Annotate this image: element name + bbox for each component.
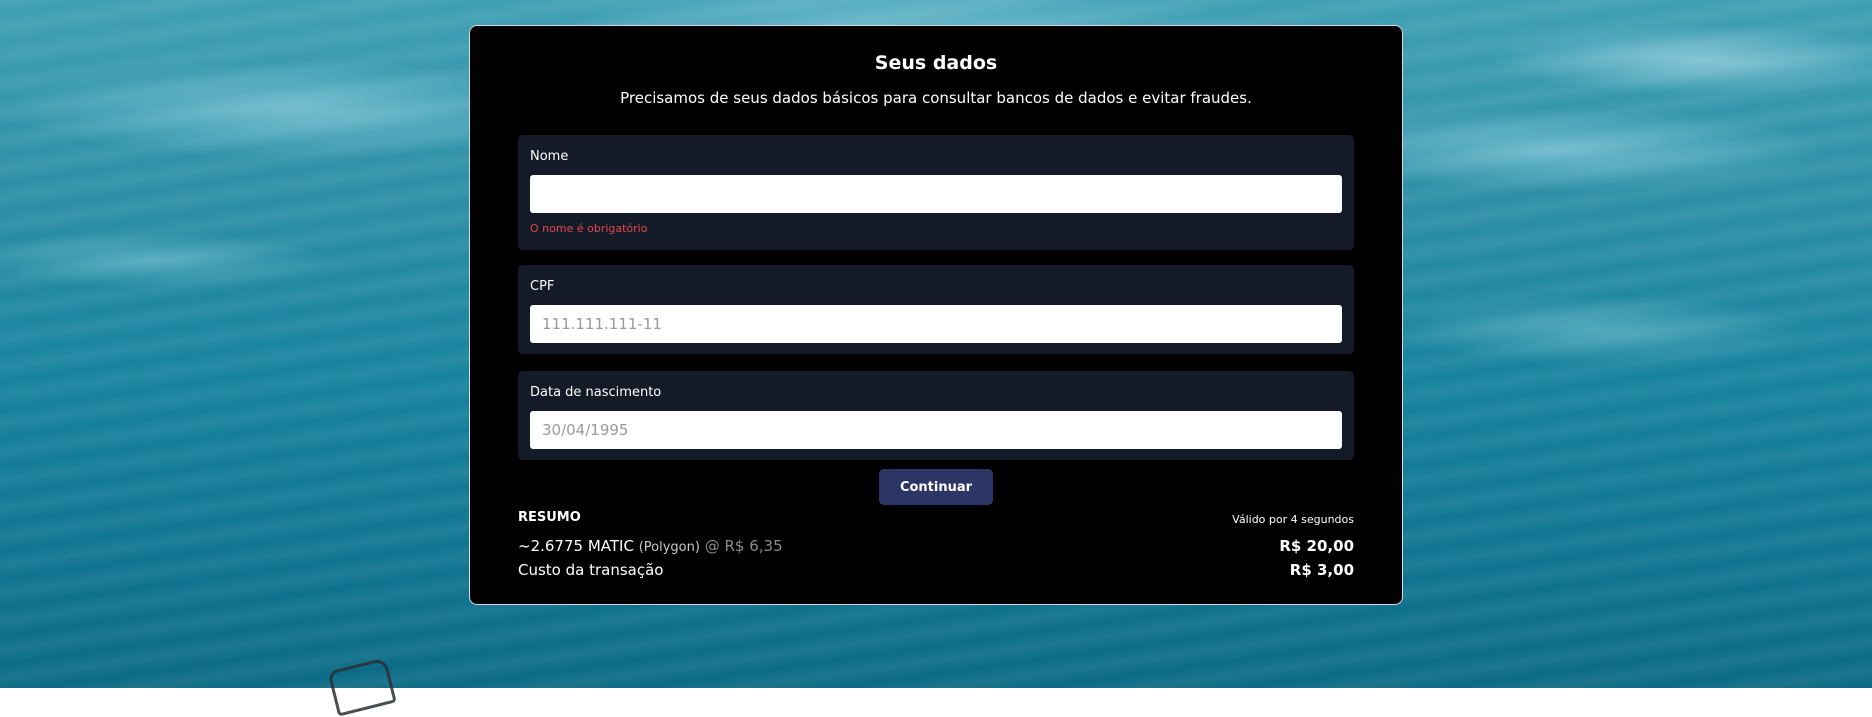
cpf-input[interactable] — [530, 305, 1342, 343]
cpf-label: CPF — [530, 279, 555, 294]
personal-data-card: Seus dados Precisamos de seus dados bási… — [469, 25, 1403, 605]
name-label: Nome — [530, 149, 569, 164]
summary-title: RESUMO — [518, 510, 581, 525]
name-error-message: O nome é obrigatório — [530, 222, 648, 235]
name-field-group: Nome O nome é obrigatório — [518, 135, 1354, 250]
birthdate-label: Data de nascimento — [530, 385, 662, 400]
crypto-amount: ~2.6775 MATIC — [518, 537, 634, 555]
total-value: R$ 20,00 — [1279, 537, 1354, 555]
network-name: (Polygon) — [638, 540, 700, 555]
cpf-field-group: CPF — [518, 265, 1354, 354]
crypto-amount-row: ~2.6775 MATIC (Polygon) @ R$ 6,35 — [518, 537, 783, 555]
name-input[interactable] — [530, 175, 1342, 213]
form-subtitle: Precisamos de seus dados básicos para co… — [620, 89, 1252, 107]
fee-value: R$ 3,00 — [1289, 561, 1354, 579]
birthdate-input[interactable] — [530, 411, 1342, 449]
birthdate-field-group: Data de nascimento — [518, 371, 1354, 460]
quote-validity: Válido por 4 segundos — [1232, 513, 1354, 526]
fee-label: Custo da transação — [518, 561, 664, 579]
continue-button[interactable]: Continuar — [879, 469, 993, 505]
exchange-rate: @ R$ 6,35 — [704, 537, 783, 555]
form-title: Seus dados — [874, 52, 998, 74]
